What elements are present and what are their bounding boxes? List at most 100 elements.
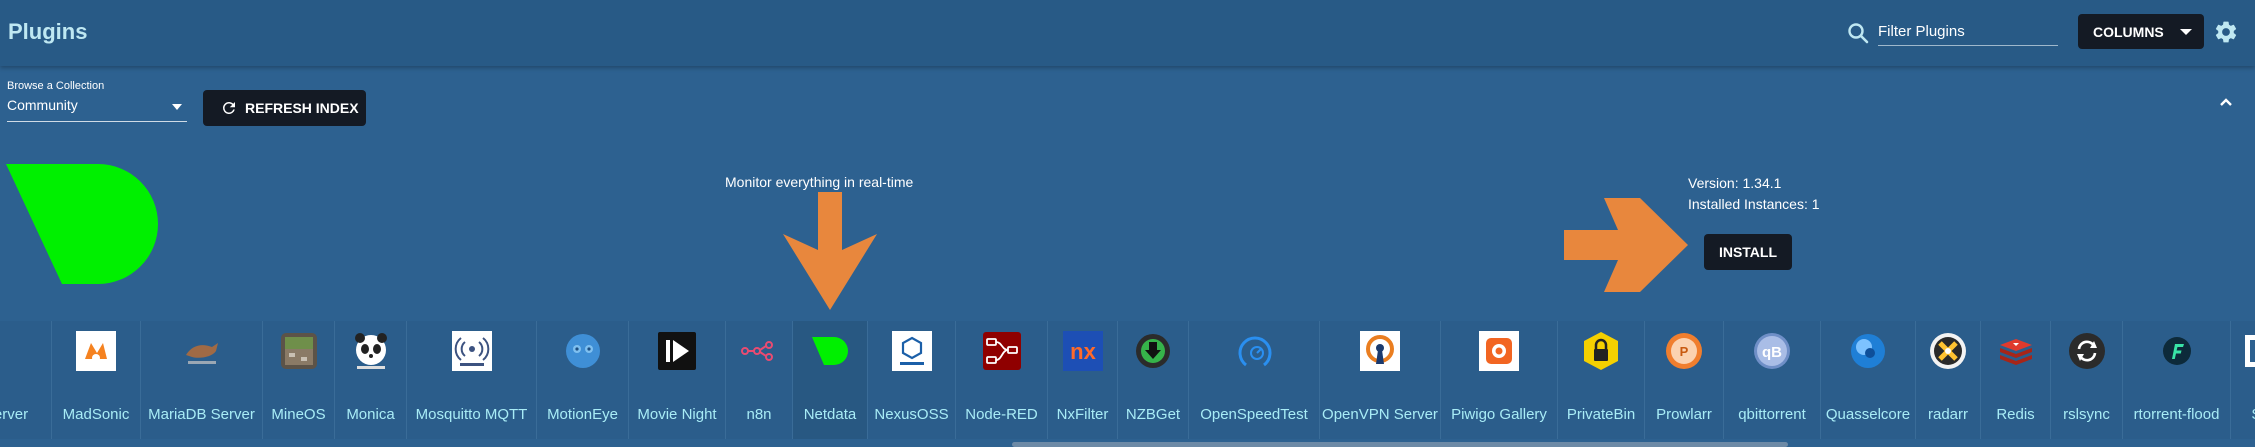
plugin-card-madsonic[interactable]: MadSonic: [51, 321, 140, 439]
plugin-name: MariaDB Server: [148, 406, 255, 423]
app-header: Plugins COLUMNS: [0, 0, 2255, 66]
svg-text:nx: nx: [1070, 339, 1096, 364]
plugin-card-radarr[interactable]: radarr: [1915, 321, 1980, 439]
plugin-name: Redis: [1996, 406, 2035, 423]
chevron-down-icon: [172, 104, 182, 110]
plugin-tagline: Monitor everything in real-time: [725, 174, 914, 190]
qbittorrent-icon: qB: [1752, 331, 1792, 371]
mosquitto-icon: [451, 331, 492, 371]
arrow-right-annotation: [1564, 198, 1688, 292]
plugin-name: PrivateBin: [1566, 406, 1636, 423]
gear-icon[interactable]: [2213, 19, 2239, 45]
plugin-name: MadSonic: [62, 406, 130, 423]
plugin-card-openvpn-server[interactable]: OpenVPN Server: [1319, 321, 1440, 439]
filter-plugins-input[interactable]: [1878, 18, 2058, 46]
search-icon[interactable]: [1846, 21, 1870, 45]
truncated-plugin-icon: [2241, 331, 2255, 371]
plugin-card-motioneye[interactable]: MotionEye: [536, 321, 628, 439]
plugin-name: Quasselcore: [1825, 406, 1911, 423]
movie-night-play-icon: [657, 331, 697, 371]
flood-icon: [2157, 331, 2197, 371]
plugin-name: Mosquitto MQTT: [415, 406, 528, 423]
plugin-card-movie-night[interactable]: Movie Night: [628, 321, 725, 439]
madsonic-icon: [76, 331, 116, 371]
columns-button-label: COLUMNS: [2093, 23, 2164, 40]
plugin-carousel: Server MadSonic MariaDB Server MineOS Mo…: [0, 321, 2255, 439]
plugin-name: MineOS: [271, 406, 326, 423]
radarr-icon: [1928, 331, 1968, 371]
nexus-hexagon-icon: [891, 331, 932, 371]
plugin-card-nxfilter[interactable]: nx NxFilter: [1047, 321, 1117, 439]
nxfilter-icon: nx: [1062, 331, 1103, 371]
plugin-version: Version: 1.34.1: [1688, 175, 1782, 191]
plugin-name: OpenSpeedTest: [1200, 406, 1308, 423]
mariadb-seal-icon: [182, 331, 222, 371]
refresh-index-label: REFRESH INDEX: [245, 100, 359, 116]
plugin-name: Monica: [346, 406, 395, 423]
plugin-card-piwigo-gallery[interactable]: Piwigo Gallery: [1440, 321, 1557, 439]
prowlarr-icon: P: [1664, 331, 1704, 371]
plugin-name: rslsync: [2063, 406, 2110, 423]
plugin-name: NZBGet: [1125, 406, 1181, 423]
quassel-icon: [1848, 331, 1888, 371]
install-button-label: INSTALL: [1718, 244, 1778, 260]
plugin-name: rtorrent-flood: [2133, 406, 2220, 423]
plugin-name: NxFilter: [1056, 406, 1109, 423]
plugin-card-privatebin[interactable]: PrivateBin: [1557, 321, 1644, 439]
plugin-card-nexusoss[interactable]: NexusOSS: [867, 321, 955, 439]
page-title: Plugins: [8, 19, 88, 44]
redis-icon: [1996, 331, 2036, 371]
plugin-card-rtorrent-flood[interactable]: rtorrent-flood: [2122, 321, 2230, 439]
plugin-name: Node-RED: [965, 406, 1038, 423]
plugin-name: Movie Night: [637, 406, 717, 423]
plugin-card-prowlarr[interactable]: P Prowlarr: [1644, 321, 1723, 439]
columns-button[interactable]: COLUMNS: [2078, 14, 2204, 49]
plugin-card-server[interactable]: Server: [0, 321, 51, 439]
chevron-down-icon: [2180, 29, 2192, 35]
plugin-card-n8n[interactable]: n8n: [725, 321, 792, 439]
plugin-card-openspeedtest[interactable]: OpenSpeedTest: [1188, 321, 1319, 439]
plugin-name: qbittorrent: [1738, 406, 1806, 423]
mineos-block-icon: [279, 331, 319, 371]
motioneye-icon: [563, 331, 603, 371]
horizontal-scrollbar[interactable]: [1012, 442, 1788, 447]
resilio-sync-icon: [2067, 331, 2107, 371]
arrow-down-annotation: [783, 192, 877, 310]
privatebin-lock-icon: [1581, 331, 1621, 371]
openvpn-keyhole-icon: [1360, 331, 1400, 371]
plugin-card-mariadb-server[interactable]: MariaDB Server: [140, 321, 262, 439]
plugin-card-mineos[interactable]: MineOS: [262, 321, 334, 439]
plugin-card-redis[interactable]: Redis: [1980, 321, 2050, 439]
speedometer-icon: [1234, 331, 1274, 371]
svg-text:P: P: [1680, 344, 1689, 359]
plugin-name: MotionEye: [547, 406, 618, 423]
netdata-icon: [810, 331, 850, 371]
n8n-nodes-icon: [739, 331, 779, 371]
plugin-card-node-red[interactable]: Node-RED: [955, 321, 1047, 439]
plugin-name: Server: [0, 406, 29, 423]
plugin-card-truncated[interactable]: Sa: [2230, 321, 2255, 439]
plugin-card-quasselcore[interactable]: Quasselcore: [1820, 321, 1915, 439]
plugin-name: OpenVPN Server: [1322, 406, 1438, 423]
plugin-name: Prowlarr: [1656, 406, 1712, 423]
refresh-index-button[interactable]: REFRESH INDEX: [203, 90, 366, 126]
plugin-card-nzbget[interactable]: NZBGet: [1117, 321, 1188, 439]
collection-select-value: Community: [7, 97, 78, 113]
nzbget-download-icon: [1133, 331, 1173, 371]
plugin-card-qbittorrent[interactable]: qB qbittorrent: [1723, 321, 1820, 439]
plugin-card-monica[interactable]: Monica: [334, 321, 406, 439]
node-red-icon: [982, 331, 1022, 371]
plugin-card-netdata[interactable]: Netdata: [792, 321, 867, 439]
plugin-name: Sa: [2231, 406, 2255, 423]
refresh-icon: [222, 101, 235, 114]
collection-select[interactable]: Community: [7, 97, 187, 122]
netdata-logo-icon: [6, 164, 158, 284]
install-button[interactable]: INSTALL: [1704, 234, 1792, 270]
plugin-name: NexusOSS: [874, 406, 949, 423]
chevron-up-icon[interactable]: [2216, 92, 2236, 112]
plugin-card-rslsync[interactable]: rslsync: [2050, 321, 2122, 439]
plugin-card-mosquitto-mqtt[interactable]: Mosquitto MQTT: [406, 321, 536, 439]
plugin-name: radarr: [1927, 406, 1968, 423]
piwigo-icon: [1479, 331, 1519, 371]
svg-text:qB: qB: [1762, 344, 1782, 361]
